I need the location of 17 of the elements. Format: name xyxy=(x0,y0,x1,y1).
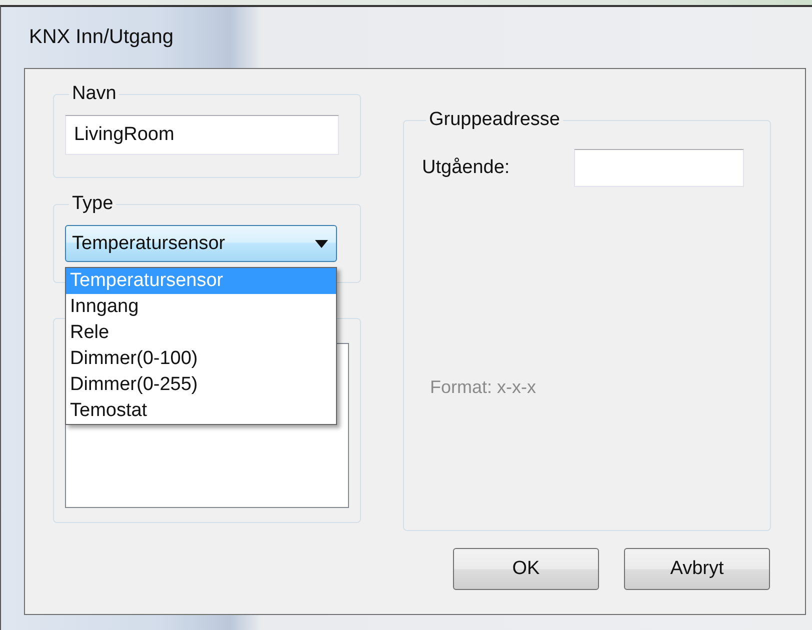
group-label: Type xyxy=(71,193,114,215)
dropdown-option[interactable]: Inngang xyxy=(66,294,336,320)
ok-button[interactable]: OK xyxy=(453,548,599,590)
name-field[interactable]: LivingRoom xyxy=(65,115,339,155)
group-label: Navn xyxy=(71,83,118,105)
dropdown-option[interactable]: Rele xyxy=(66,320,336,346)
type-dropdown[interactable]: Temperatursensor xyxy=(65,225,337,262)
caret-icon xyxy=(315,240,328,248)
field-label: Utgående: xyxy=(422,157,510,179)
dropdown-option[interactable]: Temostat xyxy=(66,398,336,424)
format-hint: Format: x-x-x xyxy=(430,377,537,398)
window-title: KNX Inn/Utgang xyxy=(29,26,174,49)
outgoing-address-field[interactable] xyxy=(574,149,744,187)
group-label: Gruppeadresse xyxy=(428,109,561,131)
dropdown-option[interactable]: Dimmer(0-255) xyxy=(66,372,336,398)
cancel-button[interactable]: Avbryt xyxy=(624,548,770,590)
dropdown-option[interactable]: Dimmer(0-100) xyxy=(66,346,336,372)
